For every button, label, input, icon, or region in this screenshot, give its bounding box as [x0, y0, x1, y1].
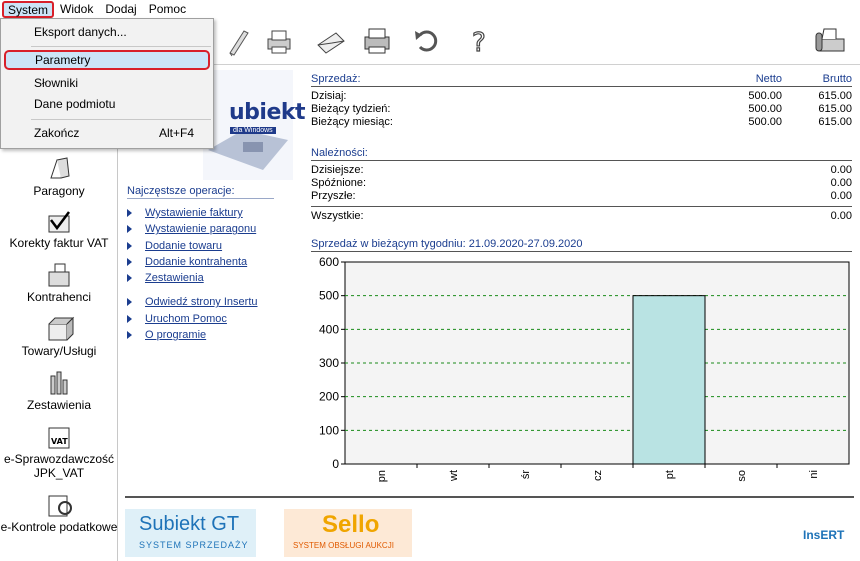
x-tick-label: ni — [808, 470, 820, 479]
x-tick-label: so — [736, 470, 748, 482]
chart-title: Sprzedaż w bieżącym tygodniu: 21.09.2020… — [311, 237, 852, 252]
x-tick-label: cz — [592, 470, 604, 481]
printer-alt-icon[interactable] — [360, 25, 394, 57]
pen-icon[interactable] — [222, 25, 256, 57]
menu-item-slowniki[interactable]: Słowniki — [2, 73, 212, 93]
correction-icon — [48, 211, 70, 233]
fax-icon[interactable] — [814, 25, 848, 57]
menu-item-eksport[interactable]: Eksport danych... — [2, 22, 212, 42]
nav-item-towary[interactable]: Towary/Usługi — [0, 316, 118, 358]
receivables-row: Przyszłe: 0.00 — [311, 190, 852, 202]
link-zestawienia[interactable]: Zestawienia — [125, 270, 275, 286]
sales-row: Bieżący miesiąc: 500.00 615.00 — [311, 116, 852, 128]
subiekt-logo: ubiekt — [229, 100, 306, 125]
reports-icon — [50, 371, 68, 395]
y-tick-label: 500 — [319, 289, 339, 303]
insert-logo[interactable]: InsERT — [803, 528, 844, 542]
receivables-total-row: Wszystkie: 0.00 — [311, 210, 852, 222]
operations-title: Najczęstsze operacje: — [127, 185, 274, 199]
x-tick-label: wt — [448, 470, 460, 482]
nav-item-zestawienia[interactable]: Zestawienia — [0, 370, 118, 412]
y-tick-label: 100 — [319, 423, 339, 437]
subiekt-logo-sub: dla Windows — [230, 127, 276, 134]
receivables-title: Należności: — [311, 147, 368, 159]
menu-dodaj[interactable]: Dodaj — [99, 1, 142, 18]
footer-divider — [125, 496, 854, 498]
col-brutto: Brutto — [822, 73, 852, 85]
y-tick-label: 300 — [319, 356, 339, 370]
menu-item-dane-podmiotu[interactable]: Dane podmiotu — [2, 94, 212, 114]
main-dashboard: ubiekt dla Windows Najczęstsze operacje:… — [119, 66, 860, 561]
menu-bar: System Widok Dodaj Pomoc — [0, 0, 860, 19]
vat-icon: VAT — [48, 427, 70, 449]
weekly-sales-chart: 0 100 200 300 400 500 600 pn wt śr cz pt so ni — [319, 255, 850, 482]
receivables-row: Dzisiejsze: 0.00 — [311, 164, 852, 176]
tax-control-icon — [48, 495, 72, 517]
link-odwiedz-strony[interactable]: Odwiedź strony Insertu — [125, 294, 275, 310]
contractors-icon — [48, 263, 70, 287]
menu-system[interactable]: System — [2, 1, 55, 18]
x-tick-label: pt — [664, 470, 676, 479]
sello-logo[interactable]: Sello SYSTEM OBSŁUGI AUKCJI — [284, 509, 412, 557]
sales-header: Sprzedaż: Netto Brutto — [311, 72, 852, 87]
menu-item-zakoncz[interactable]: Zakończ Alt+F4 — [2, 123, 212, 143]
nav-item-kontrahenci[interactable]: Kontrahenci — [0, 262, 118, 304]
bar-pt — [632, 295, 706, 465]
link-dodanie-towaru[interactable]: Dodanie towaru — [125, 238, 275, 254]
shortcut-alt-f4: Alt+F4 — [158, 126, 194, 140]
receivables-header: Należności: — [311, 146, 852, 161]
subiekt-gt-logo[interactable]: Subiekt GT SYSTEM SPRZEDAŻY — [125, 509, 256, 557]
nav-item-korekty[interactable]: Korekty faktur VAT — [0, 208, 118, 250]
link-o-programie[interactable]: O programie — [125, 327, 275, 343]
menu-pomoc[interactable]: Pomoc — [143, 1, 192, 18]
system-menu-dropdown: Eksport danych... Parametry Słowniki Dan… — [0, 18, 214, 149]
link-wystawienie-faktury[interactable]: Wystawienie faktury — [125, 205, 275, 221]
refresh-icon[interactable] — [410, 25, 444, 57]
nav-item-e-kontrole[interactable]: e-Kontrole podatkowe — [0, 492, 118, 534]
menu-widok[interactable]: Widok — [54, 1, 99, 18]
y-tick-label: 0 — [332, 457, 339, 471]
subiekt-illustration — [203, 70, 293, 180]
menu-separator — [31, 119, 211, 120]
receivables-row: Spóźnione: 0.00 — [311, 177, 852, 189]
menu-item-parametry[interactable]: Parametry — [4, 50, 210, 70]
menu-separator — [31, 46, 211, 47]
printer-icon[interactable] — [262, 25, 296, 57]
sales-row: Bieżący tydzień: 500.00 615.00 — [311, 103, 852, 115]
x-tick-label: pn — [376, 470, 388, 482]
col-netto: Netto — [755, 73, 782, 85]
receivables-panel: Należności: Dzisiejsze: 0.00 Spóźnione: … — [311, 146, 852, 223]
svg-text:VAT: VAT — [51, 437, 68, 446]
envelope-icon[interactable] — [314, 25, 348, 57]
operations-list: Wystawienie faktury Wystawienie paragonu… — [125, 205, 275, 343]
link-wystawienie-paragonu[interactable]: Wystawienie paragonu — [125, 221, 275, 237]
link-dodanie-kontrahenta[interactable]: Dodanie kontrahenta — [125, 254, 275, 270]
help-icon[interactable]: ? — [464, 25, 498, 57]
x-tick-label: śr — [520, 470, 532, 480]
svg-text:?: ? — [472, 28, 486, 57]
link-uruchom-pomoc[interactable]: Uruchom Pomoc — [125, 311, 275, 327]
goods-icon — [48, 316, 75, 341]
y-tick-label: 400 — [319, 322, 339, 336]
y-tick-label: 200 — [319, 390, 339, 404]
sales-title: Sprzedaż: — [311, 73, 361, 85]
receipt-icon — [50, 157, 70, 179]
sales-row: Dzisiaj: 500.00 615.00 — [311, 90, 852, 102]
sales-panel: Sprzedaż: Netto Brutto Dzisiaj: 500.00 6… — [311, 72, 852, 129]
nav-item-paragony[interactable]: Paragony — [0, 156, 118, 198]
y-tick-label: 600 — [319, 255, 339, 269]
nav-item-jpk-vat[interactable]: VAT e-Sprawozdawczość JPK_VAT — [0, 424, 118, 480]
